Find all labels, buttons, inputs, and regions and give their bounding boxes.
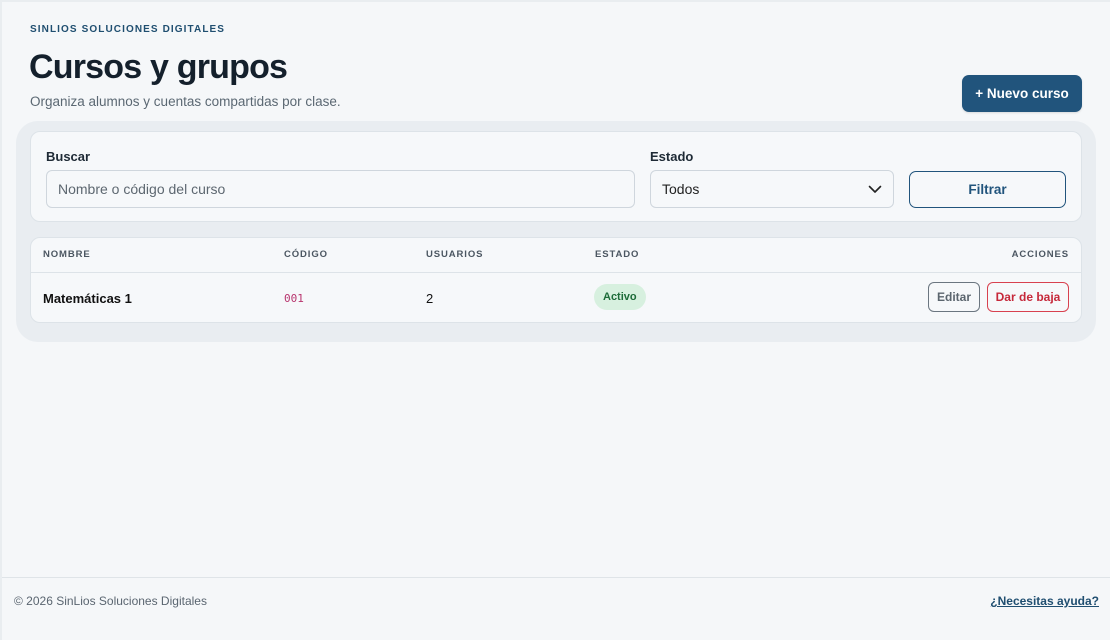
courses-table (30, 237, 1082, 323)
column-header-actions: ACCIONES (1011, 249, 1069, 260)
column-header-status: ESTADO (595, 249, 640, 260)
column-header-name: NOMBRE (43, 249, 91, 260)
column-header-code: CÓDIGO (284, 249, 328, 260)
brand-name: SINLIOS SOLUCIONES DIGITALES (30, 24, 226, 35)
status-badge: Activo (594, 284, 646, 310)
footer-divider (2, 577, 1110, 578)
status-select-value: Todos (662, 181, 700, 197)
help-link[interactable]: ¿Necesitas ayuda? (990, 594, 1099, 608)
course-name: Matemáticas 1 (43, 291, 132, 306)
course-code: 001 (284, 292, 304, 305)
status-label: Estado (650, 149, 694, 164)
search-input[interactable] (46, 170, 635, 208)
footer-copyright: © 2026 SinLios Soluciones Digitales (14, 594, 207, 608)
search-label: Buscar (46, 149, 91, 164)
deactivate-button[interactable]: Dar de baja (987, 282, 1069, 312)
page-subtitle: Organiza alumnos y cuentas compartidas p… (30, 94, 341, 109)
page-title: Cursos y grupos (29, 48, 288, 86)
new-course-button[interactable]: + Nuevo curso (962, 75, 1082, 112)
status-select[interactable]: Todos (650, 170, 894, 208)
header-divider (31, 272, 1081, 273)
chevron-down-icon (868, 185, 882, 194)
edit-button[interactable]: Editar (928, 282, 980, 312)
course-users: 2 (426, 291, 434, 306)
filter-button[interactable]: Filtrar (909, 171, 1066, 208)
column-header-users: USUARIOS (426, 249, 484, 260)
